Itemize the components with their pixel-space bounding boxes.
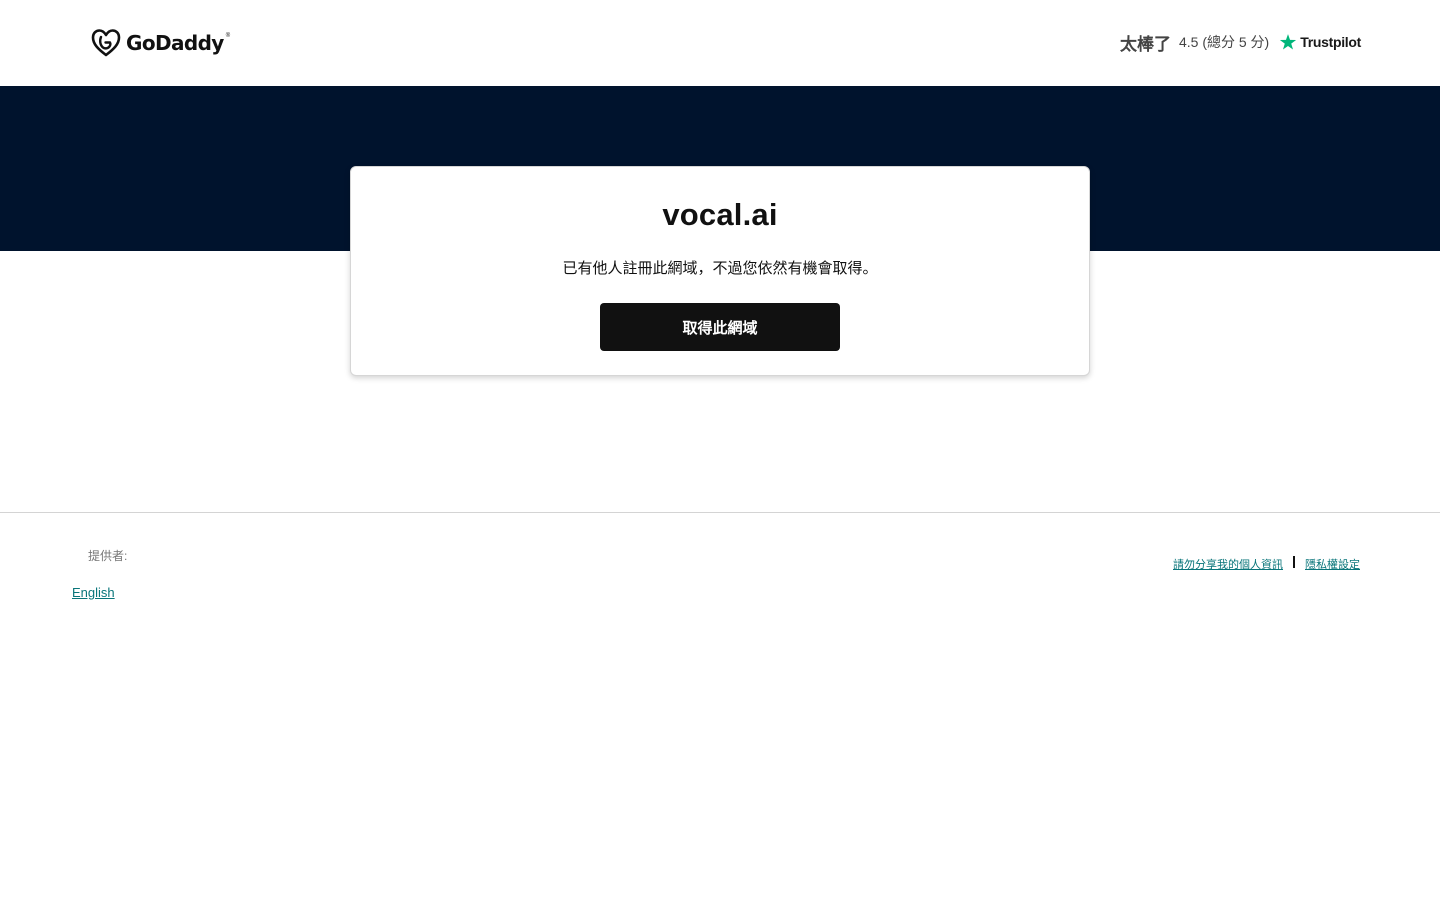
trustpilot-wordmark: Trustpilot bbox=[1300, 34, 1361, 50]
do-not-share-info-link[interactable]: 請勿分享我的個人資訊 bbox=[1173, 556, 1283, 572]
provided-by-label: 提供者: bbox=[88, 549, 128, 563]
domain-status-message: 已有他人註冊此網域，不過您依然有機會取得。 bbox=[562, 260, 878, 277]
trustpilot-star-icon bbox=[1280, 34, 1297, 50]
rating-score: 4.5 (總分 5 分) bbox=[1178, 34, 1270, 50]
godaddy-logo-link[interactable]: GoDaddy ® bbox=[90, 28, 232, 58]
footer-divider bbox=[0, 512, 1440, 513]
get-domain-button[interactable]: 取得此網域 bbox=[600, 303, 840, 351]
godaddy-heart-icon bbox=[91, 29, 121, 57]
privacy-settings-link[interactable]: 隱私權設定 bbox=[1305, 556, 1360, 572]
footer-links: 請勿分享我的個人資訊 隱私權設定 bbox=[1173, 556, 1360, 572]
logo-wordmark: GoDaddy bbox=[126, 31, 224, 55]
trustpilot-rating-link[interactable]: 太棒了 4.5 (總分 5 分) Trustpilot bbox=[1120, 29, 1361, 55]
rating-word: 太棒了 bbox=[1119, 34, 1171, 54]
domain-name: vocal.ai bbox=[662, 197, 778, 232]
footer-link-separator bbox=[1293, 556, 1295, 568]
language-link-english[interactable]: English bbox=[72, 585, 115, 600]
domain-card: vocal.ai 已有他人註冊此網域，不過您依然有機會取得。 取得此網域 bbox=[350, 166, 1090, 376]
site-header: GoDaddy ® 太棒了 4.5 (總分 5 分) Trustpilot bbox=[0, 0, 1440, 86]
logo-trademark: ® bbox=[225, 33, 231, 39]
